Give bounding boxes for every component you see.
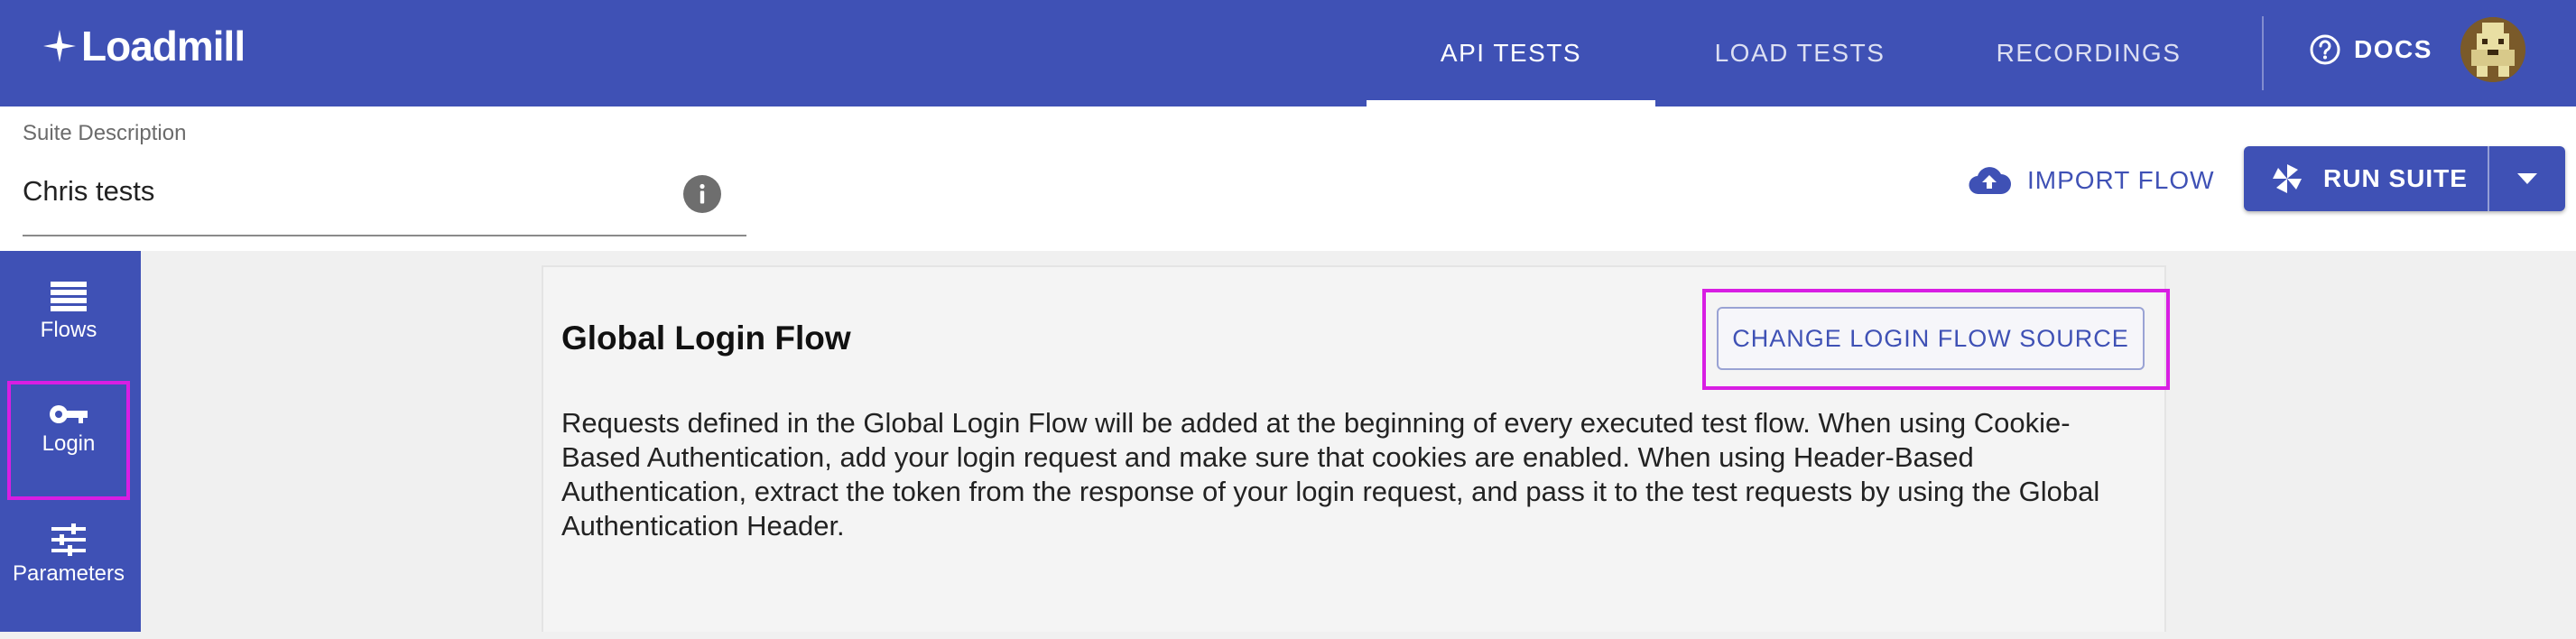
sidebar-item-label: Flows xyxy=(40,318,97,342)
suite-description-underline xyxy=(23,235,746,236)
suite-description-label: Suite Description xyxy=(23,121,187,145)
pinwheel-icon xyxy=(2273,164,2302,193)
import-flow-button[interactable]: IMPORT FLOW xyxy=(1968,155,2215,206)
login-selection-highlight xyxy=(7,381,130,500)
tab-load-tests[interactable]: LOAD TESTS xyxy=(1655,0,1944,106)
sliders-icon xyxy=(51,523,86,556)
run-suite-label: RUN SUITE xyxy=(2323,164,2468,192)
logo-text: Loadmill xyxy=(81,23,246,69)
run-suite-button[interactable]: RUN SUITE xyxy=(2244,146,2488,211)
cloud-upload-icon xyxy=(1969,167,2011,195)
avatar[interactable] xyxy=(2460,17,2525,82)
run-suite-button-group: RUN SUITE xyxy=(2244,146,2565,211)
docs-link[interactable]: DOCS xyxy=(2309,27,2432,72)
tab-recordings[interactable]: RECORDINGS xyxy=(1944,0,2233,106)
tab-label: API TESTS xyxy=(1440,39,1582,67)
nav-divider xyxy=(2262,16,2264,90)
help-circle-icon xyxy=(2310,34,2340,65)
login-flow-description: Requests defined in the Global Login Flo… xyxy=(561,407,2100,542)
change-login-flow-source-label: CHANGE LOGIN FLOW SOURCE xyxy=(1732,324,2129,352)
suite-description-input[interactable]: Chris tests xyxy=(23,175,154,208)
change-login-flow-source-button[interactable]: CHANGE LOGIN FLOW SOURCE xyxy=(1717,307,2145,370)
tab-api-tests[interactable]: API TESTS xyxy=(1367,0,1655,106)
info-glyph xyxy=(700,183,705,204)
tab-label: LOAD TESTS xyxy=(1714,39,1886,67)
pixel-avatar-icon xyxy=(2460,17,2525,82)
sidebar-item-label: Parameters xyxy=(12,561,125,586)
sidebar-item-parameters[interactable]: Parameters xyxy=(7,523,130,639)
sidebar-item-flows[interactable]: Flows xyxy=(7,282,130,397)
tab-label: RECORDINGS xyxy=(1996,39,2182,67)
docs-label: DOCS xyxy=(2354,35,2432,63)
run-suite-menu-button[interactable] xyxy=(2489,146,2565,211)
logo-sparkle-icon xyxy=(43,30,76,62)
info-icon[interactable] xyxy=(683,175,721,213)
list-icon xyxy=(51,282,87,311)
logo[interactable]: Loadmill xyxy=(42,23,246,69)
page-title: Global Login Flow xyxy=(561,320,851,357)
caret-down-icon xyxy=(2517,173,2537,184)
import-flow-label: IMPORT FLOW xyxy=(2027,166,2215,194)
top-app-bar: Loadmill API TESTS LOAD TESTS RECORDINGS… xyxy=(0,0,2576,106)
